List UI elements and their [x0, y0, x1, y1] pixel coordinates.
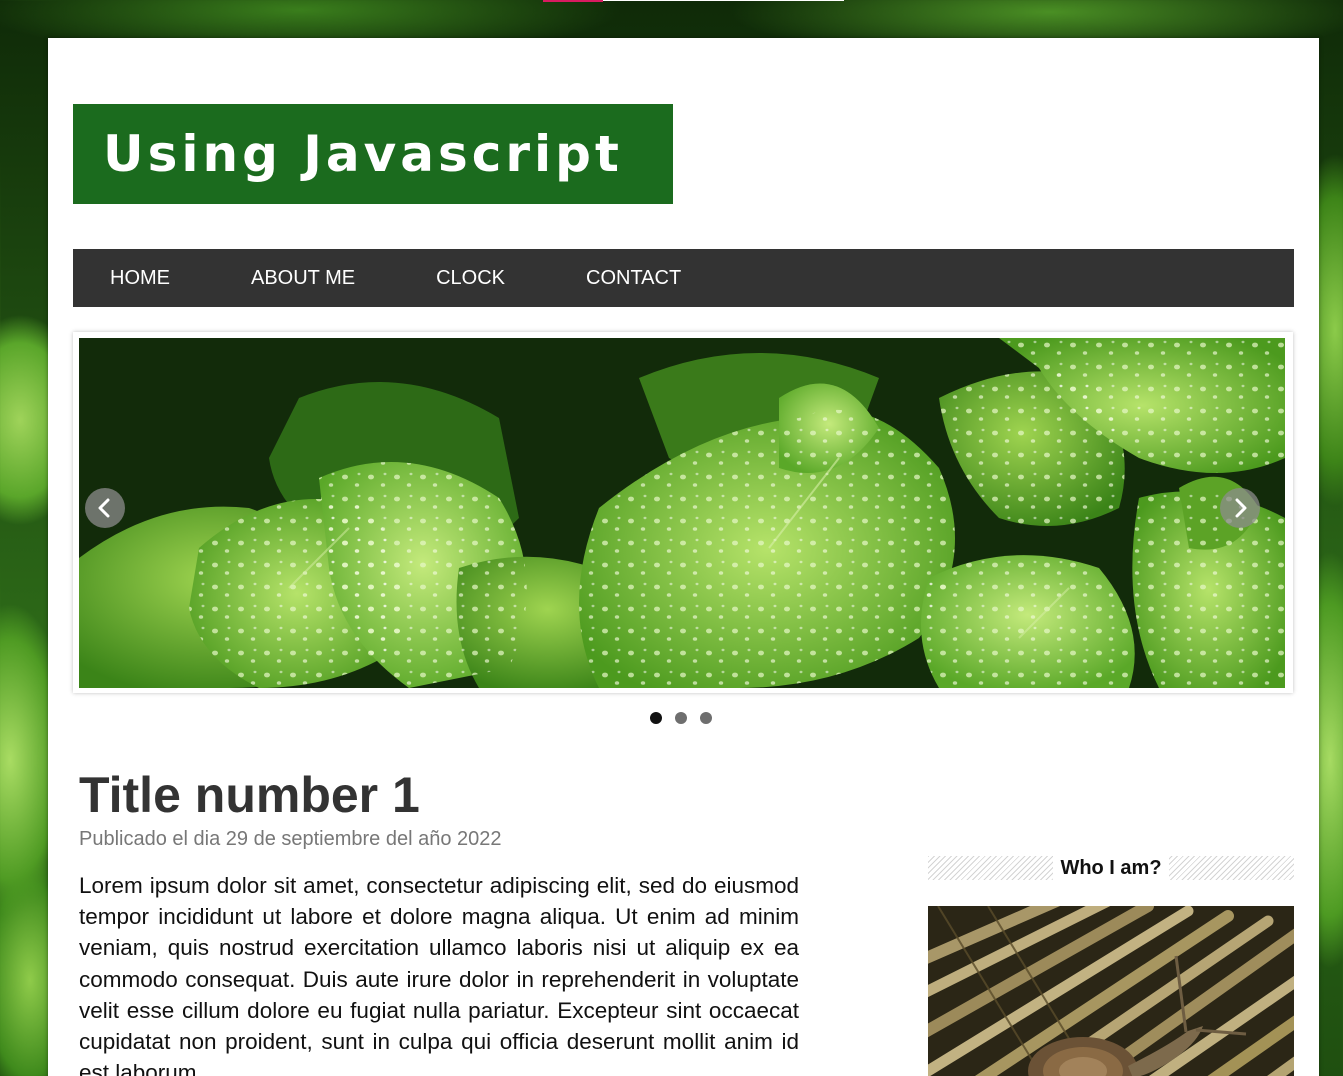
- slider-dot-3[interactable]: [700, 712, 712, 724]
- nav-item-about-me[interactable]: ABOUT ME: [251, 267, 355, 290]
- post-title: Title number 1: [79, 767, 420, 823]
- slider-dots: [650, 712, 725, 724]
- site-logo[interactable]: Using Javascript: [73, 104, 673, 204]
- nav-item-clock[interactable]: CLOCK: [436, 267, 505, 290]
- post-body: Lorem ipsum dolor sit amet, consectetur …: [79, 873, 799, 1076]
- post-date: Publicado el dia 29 de septiembre del añ…: [79, 828, 502, 850]
- image-slider: [73, 332, 1293, 693]
- sidebar-heading-label: Who I am?: [1053, 856, 1169, 880]
- main-nav: HOME ABOUT ME CLOCK CONTACT: [73, 249, 1294, 307]
- slide-image-leaves: [79, 338, 1285, 688]
- slider-next-button[interactable]: [1220, 488, 1260, 528]
- sidebar-heading: Who I am?: [928, 856, 1294, 880]
- top-accent-bar: [543, 0, 603, 2]
- chevron-right-icon: [1235, 498, 1247, 518]
- nav-item-contact[interactable]: CONTACT: [586, 267, 681, 290]
- slider-dot-2[interactable]: [675, 712, 687, 724]
- chevron-left-icon: [98, 498, 110, 518]
- top-accent-line: [603, 0, 844, 1]
- nav-item-home[interactable]: HOME: [110, 267, 170, 290]
- page-container: Using Javascript HOME ABOUT ME CLOCK CON…: [48, 38, 1319, 1076]
- slider-dot-1[interactable]: [650, 712, 662, 724]
- slider-prev-button[interactable]: [85, 488, 125, 528]
- sidebar-photo-snail: [928, 906, 1294, 1076]
